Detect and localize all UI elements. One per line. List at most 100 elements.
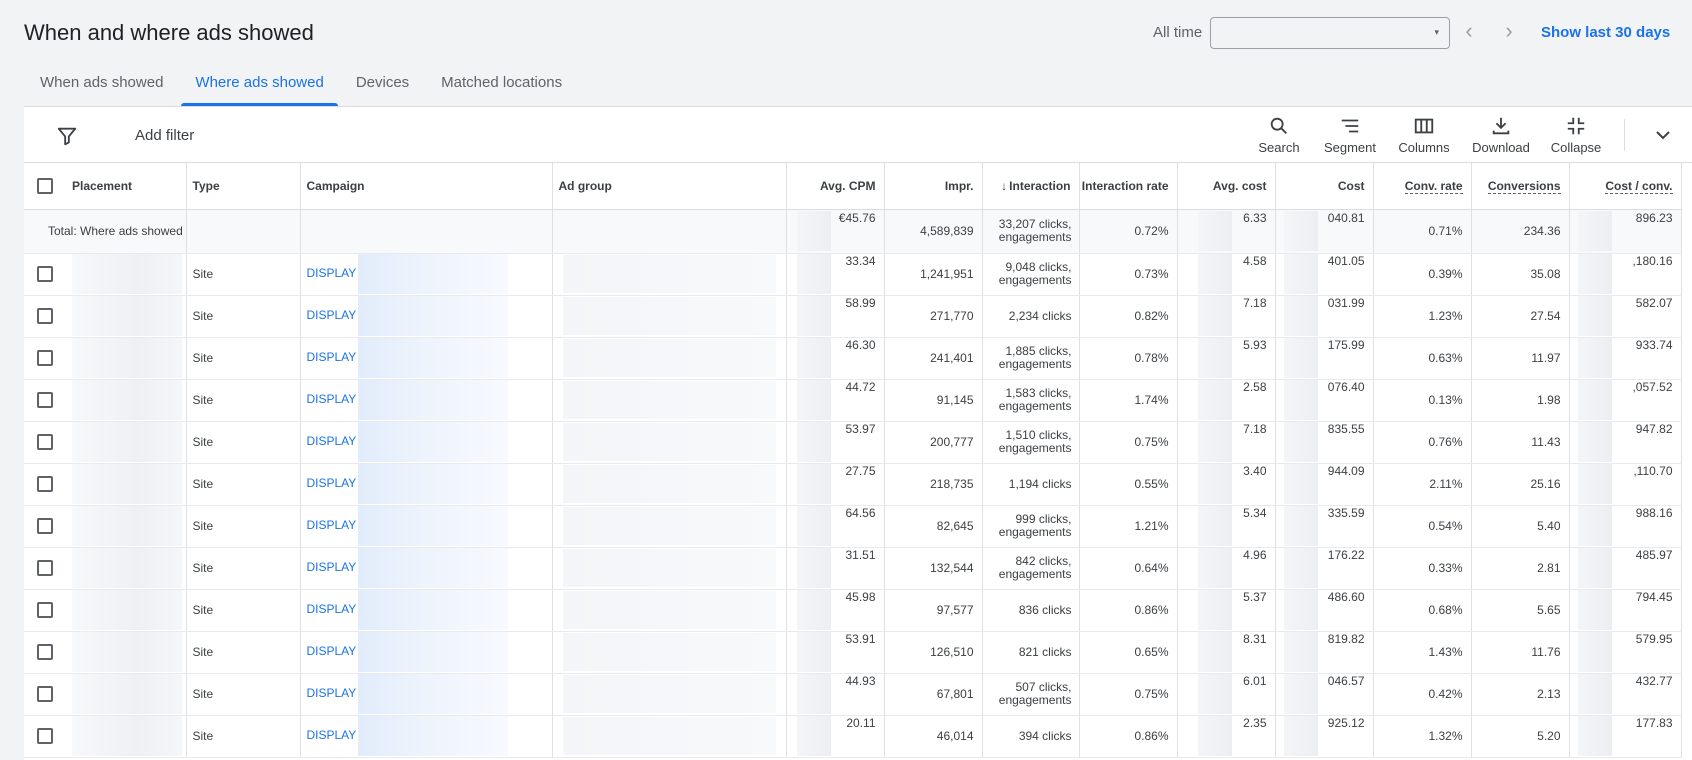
row-checkbox[interactable] [37,308,53,324]
campaign-link[interactable]: DISPLAY [307,266,357,280]
table-row[interactable]: Site DISPLAY 46.30 241,401 1,885 clicks, eng… [24,337,1682,380]
table-row[interactable]: Site DISPLAY 20.11 46,014 394 clicks 0.86% 2.3… [24,715,1682,758]
campaign-link[interactable]: DISPLAY [307,392,357,406]
add-filter-button[interactable]: Add filter [135,127,194,144]
search-button[interactable]: Search [1243,115,1315,155]
campaign-cell[interactable]: DISPLAY [300,463,553,506]
select-all-checkbox[interactable] [37,177,53,194]
row-checkbox-cell[interactable] [24,379,66,422]
col-ad-group[interactable]: Ad group [552,163,787,210]
row-checkbox-cell[interactable] [24,715,66,758]
row-checkbox-cell[interactable] [24,421,66,464]
row-checkbox[interactable] [37,518,53,534]
table-row[interactable]: Site DISPLAY 33.34 1,241,951 9,048 clicks, e… [24,253,1682,296]
campaign-link[interactable]: DISPLAY [307,434,357,448]
col-placement[interactable]: Placement [66,163,187,210]
placement-cell[interactable] [66,631,187,674]
campaign-cell[interactable]: DISPLAY [300,547,553,590]
col-campaign[interactable]: Campaign [300,163,553,210]
campaign-cell[interactable]: DISPLAY [300,421,553,464]
next-period-icon[interactable]: › [1497,19,1521,43]
col-interaction-rate[interactable]: Interaction rate [1079,163,1178,210]
row-checkbox[interactable] [37,560,53,576]
campaign-link[interactable]: DISPLAY [307,476,357,490]
table-row[interactable]: Site DISPLAY 53.91 126,510 821 clicks 0.65% 8.… [24,631,1682,674]
campaign-link[interactable]: DISPLAY [307,350,357,364]
ad-group-cell[interactable] [552,673,787,716]
row-checkbox-cell[interactable] [24,337,66,380]
table-row[interactable]: Site DISPLAY 64.56 82,645 999 clicks, engage… [24,505,1682,548]
col-avg-cost[interactable]: Avg. cost [1177,163,1276,210]
row-checkbox[interactable] [37,434,53,450]
campaign-cell[interactable]: DISPLAY [300,505,553,548]
row-checkbox[interactable] [37,476,53,492]
ad-group-cell[interactable] [552,295,787,338]
campaign-link[interactable]: DISPLAY [307,686,357,700]
row-checkbox[interactable] [37,686,53,702]
campaign-link[interactable]: DISPLAY [307,518,357,532]
ad-group-cell[interactable] [552,589,787,632]
row-checkbox[interactable] [37,392,53,408]
table-row[interactable]: Site DISPLAY 58.99 271,770 2,234 clicks 0.82%… [24,295,1682,338]
campaign-cell[interactable]: DISPLAY [300,673,553,716]
col-impr[interactable]: Impr. [884,163,983,210]
campaign-link[interactable]: DISPLAY [307,728,357,742]
row-checkbox[interactable] [37,602,53,618]
placement-cell[interactable] [66,547,187,590]
col-conv-rate[interactable]: Conv. rate [1373,163,1472,210]
ad-group-cell[interactable] [552,337,787,380]
placement-cell[interactable] [66,715,187,758]
campaign-cell[interactable]: DISPLAY [300,379,553,422]
campaign-cell[interactable]: DISPLAY [300,337,553,380]
tab-when-ads-showed[interactable]: When ads showed [24,70,179,106]
placement-cell[interactable] [66,673,187,716]
table-row[interactable]: Site DISPLAY 44.93 67,801 507 clicks, engage… [24,673,1682,716]
row-checkbox[interactable] [37,644,53,660]
download-button[interactable]: Download [1465,115,1537,155]
ad-group-cell[interactable] [552,253,787,296]
col-interaction[interactable]: ↓ Interaction [982,163,1080,210]
columns-button[interactable]: Columns [1388,115,1460,155]
campaign-cell[interactable]: DISPLAY [300,295,553,338]
placement-cell[interactable] [66,463,187,506]
placement-cell[interactable] [66,295,187,338]
campaign-cell[interactable]: DISPLAY [300,589,553,632]
segment-button[interactable]: Segment [1314,115,1386,155]
row-checkbox-cell[interactable] [24,547,66,590]
ad-group-cell[interactable] [552,715,787,758]
collapse-button[interactable]: Collapse [1540,115,1612,155]
show-last-30-days-link[interactable]: Show last 30 days [1541,24,1670,41]
col-cost-conv[interactable]: Cost / conv. [1569,163,1682,210]
row-checkbox-cell[interactable] [24,589,66,632]
ad-group-cell[interactable] [552,379,787,422]
ad-group-cell[interactable] [552,547,787,590]
placement-cell[interactable] [66,421,187,464]
row-checkbox-cell[interactable] [24,631,66,674]
campaign-cell[interactable]: DISPLAY [300,715,553,758]
tab-matched-locations[interactable]: Matched locations [425,70,578,106]
table-row[interactable]: Site DISPLAY 53.97 200,777 1,510 clicks, eng… [24,421,1682,464]
row-checkbox[interactable] [37,350,53,366]
placement-cell[interactable] [66,337,187,380]
row-checkbox[interactable] [37,728,53,744]
row-checkbox-cell[interactable] [24,505,66,548]
tab-devices[interactable]: Devices [340,70,425,106]
col-conversions[interactable]: Conversions [1471,163,1570,210]
campaign-link[interactable]: DISPLAY [307,644,357,658]
ad-group-cell[interactable] [552,631,787,674]
ad-group-cell[interactable] [552,421,787,464]
table-row[interactable]: Site DISPLAY 27.75 218,735 1,194 clicks 0.55%… [24,463,1682,506]
row-checkbox-cell[interactable] [24,295,66,338]
campaign-link[interactable]: DISPLAY [307,308,357,322]
col-avg-cpm[interactable]: Avg. CPM [786,163,885,210]
placement-cell[interactable] [66,505,187,548]
placement-cell[interactable] [66,379,187,422]
table-row[interactable]: Site DISPLAY 31.51 132,544 842 clicks, engag… [24,547,1682,590]
placement-cell[interactable] [66,253,187,296]
filter-icon[interactable] [56,125,78,147]
table-row[interactable]: Site DISPLAY 44.72 91,145 1,583 clicks, enga… [24,379,1682,422]
table-row[interactable]: Site DISPLAY 45.98 97,577 836 clicks 0.86% 5.3… [24,589,1682,632]
chevron-down-icon[interactable] [1651,123,1675,147]
placement-cell[interactable] [66,589,187,632]
ad-group-cell[interactable] [552,505,787,548]
